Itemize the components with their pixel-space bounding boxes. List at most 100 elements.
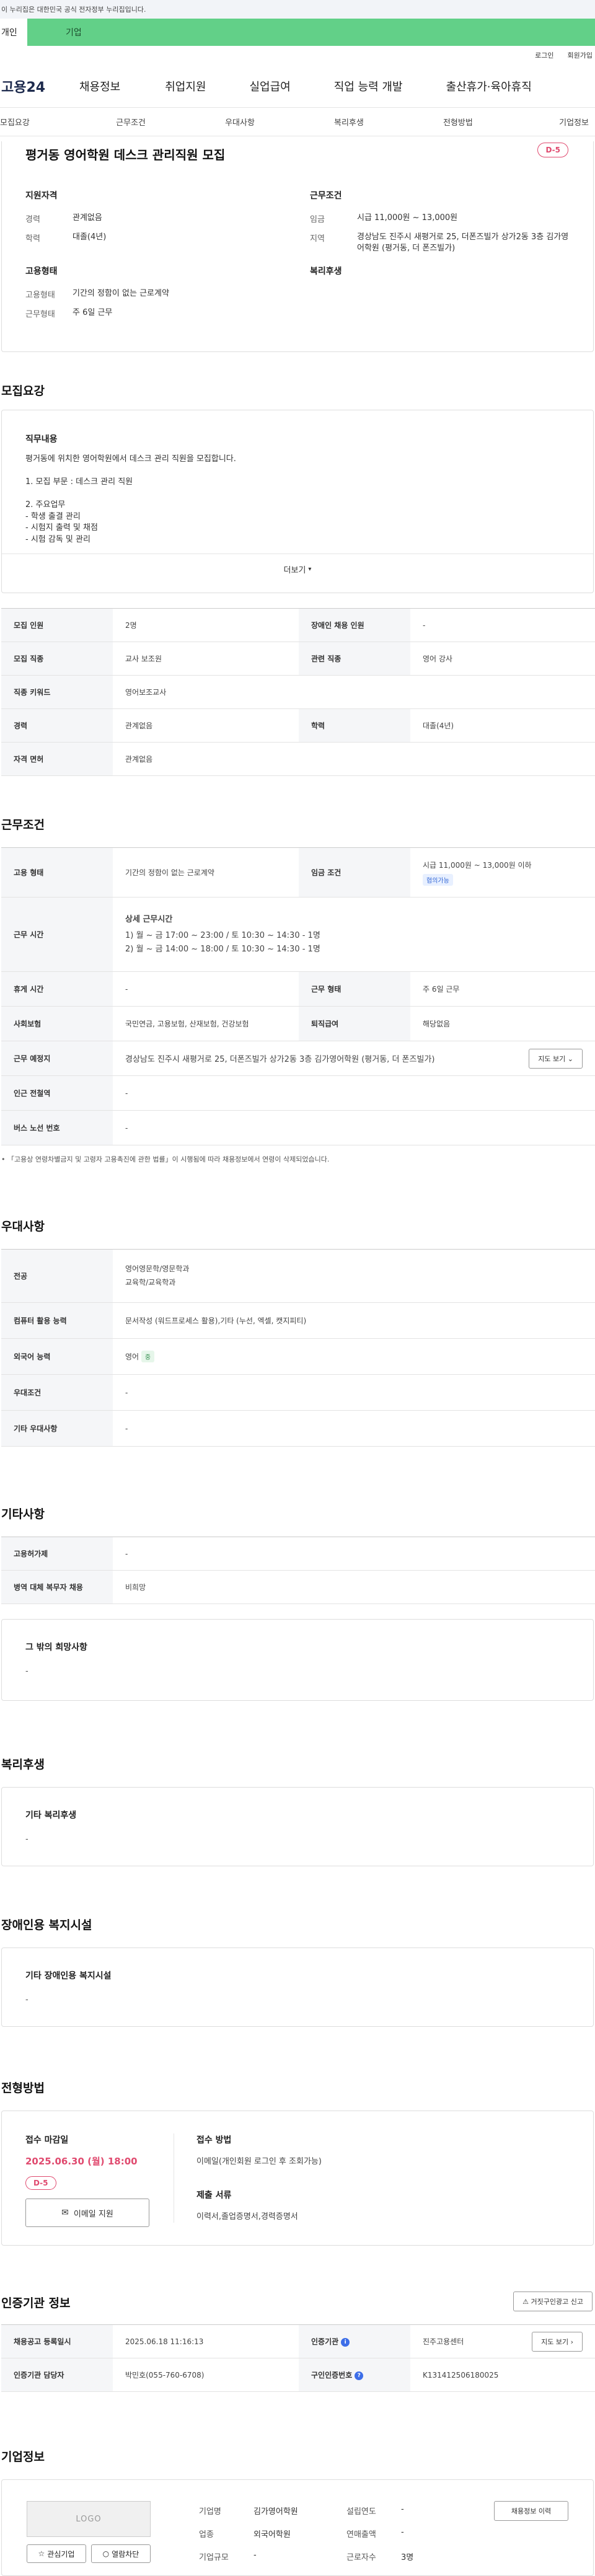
work-section: 근무조건 고용 형태 기간의 정함이 없는 근로계약 임금 조건 시급 11,00… (0, 816, 595, 1164)
job-history-button[interactable]: 채용정보 이력 (494, 2501, 568, 2521)
table-row: 사회보험 국민연금, 고용보험, 산재보험, 건강보험 퇴직급여 해당없음 (1, 1006, 595, 1041)
gnb-jobs[interactable]: 채용정보 (79, 78, 120, 94)
company-logo-placeholder: LOGO (27, 2501, 151, 2537)
signup-link[interactable]: 회원가입 (568, 50, 593, 60)
tab-company[interactable]: 기업 (27, 19, 595, 46)
map-view-button[interactable]: 지도 보기 ⌄ (529, 1048, 583, 1069)
company-info-grid: 기업명 김가영어학원 설립연도 - 업종 외국어학원 연매출액 - 기업규모 - 근로자수… (199, 2505, 414, 2562)
table-row: 경력 관계없음 학력 대졸(4년) (1, 708, 595, 743)
utility-links: 로그인 회원가입 (0, 46, 595, 64)
conditions-block: 근무조건 임금 시급 11,000원 ~ 13,000원 지역 경상남도 진주시 새… (310, 191, 569, 253)
more-button[interactable]: 더보기 ▾ (2, 554, 593, 584)
site-logo[interactable]: 고용24 (0, 76, 79, 96)
other-section-title: 기타사항 (1, 1507, 45, 1521)
company-section: 기업정보 LOGO ☆ 관심기업 ○ 열람차단 기업명 김가영어학원 설립연도 - 업종… (0, 2448, 595, 2576)
preference-section-title: 우대사항 (1, 1220, 45, 1233)
welfare-section: 복리후생 기타 복리후생 - (0, 1755, 595, 1866)
other-table: 고용허가제 - 병역 대체 복무자 채용 비희망 (1, 1537, 595, 1604)
anchor-company[interactable]: 기업정보 (513, 116, 589, 128)
tab-personal[interactable]: 개인 (0, 19, 27, 46)
section-anchor-nav: 모집요강 근무조건 우대사항 복리후생 전형방법 기업정보 (0, 108, 595, 136)
block-view-button[interactable]: ○ 열람차단 (91, 2544, 151, 2563)
table-row: 채용공고 등록일시 2025.06.18 11:16:13 인증기관 i 진주고용센… (1, 2324, 595, 2358)
gnb-skills-development[interactable]: 직업 능력 개발 (334, 78, 403, 94)
recruit-section-title: 모집요강 (1, 384, 45, 398)
welfare-card: 기타 복리후생 - (1, 1787, 594, 1866)
table-row: 병역 대체 복무자 채용 비희망 (1, 1570, 595, 1604)
recruit-section: 모집요강 직무내용 평거동에 위치한 영어학원에서 데스크 관리 직원을 모집합… (0, 382, 595, 776)
cert-section: 인증기관 정보 ⚠ 거짓구인광고 신고 채용공고 등록일시 2025.06.18 … (0, 2291, 595, 2392)
mail-icon: ✉ (61, 2208, 69, 2218)
table-row: 기타 우대사항 - (1, 1410, 595, 1447)
age-note: • 「고용상 연령차별금지 및 고령자 고용촉진에 관한 법률」이 시행됨에 따… (1, 1155, 330, 1163)
table-row: 고용 형태 기간의 정함이 없는 근로계약 임금 조건 시급 11,000원 ~ … (1, 847, 595, 898)
other-section: 기타사항 고용허가제 - 병역 대체 복무자 채용 비희망 그 밖의 희망사항 - (0, 1505, 595, 1701)
gnb-employment-support[interactable]: 취업지원 (165, 78, 206, 94)
table-row: 전공 영어영문학/영문학과 교육학/교육학과 (1, 1249, 595, 1303)
anchor-work[interactable]: 근무조건 (76, 116, 185, 128)
anchor-welfare[interactable]: 복리후생 (294, 116, 403, 128)
help-icon[interactable]: ? (355, 2371, 364, 2380)
disability-section-title: 장애인용 복지시설 (1, 1918, 92, 1932)
table-row: 자격 면허 관계없음 (1, 742, 595, 776)
false-ad-report-button[interactable]: ⚠ 거짓구인광고 신고 (513, 2291, 593, 2311)
summary-grid: 지원자격 경력 관계없음 학력 대졸(4년) 근무조건 임금 시급 11,000원 ~… (25, 189, 570, 327)
star-icon: ☆ (38, 2549, 45, 2558)
cert-section-title: 인증기관 정보 (1, 2296, 71, 2310)
company-card: LOGO ☆ 관심기업 ○ 열람차단 기업명 김가영어학원 설립연도 - 업종 외국어학원… (1, 2479, 594, 2576)
member-type-tabs: 개인 기업 (0, 19, 595, 46)
dday-badge: D-5 (537, 143, 568, 157)
deadline-value: 2025.06.30 (월) 18:00 (25, 2156, 138, 2167)
gnb-unemployment-benefit[interactable]: 실업급여 (250, 78, 291, 94)
table-row: 모집 직종 교사 보조원 관련 직종 영어 강사 (1, 642, 595, 676)
screening-section-title: 전형방법 (1, 2081, 45, 2095)
dday-badge: D-5 (25, 2176, 56, 2190)
disability-section: 장애인용 복지시설 기타 장애인용 복지시설 - (0, 1916, 595, 2027)
job-summary-card: 평거동 영어학원 데스크 관리직원 모집 D-5 지원자격 경력 관계없음 학력 대… (1, 141, 594, 352)
anchor-screening[interactable]: 전형방법 (403, 116, 513, 128)
company-section-title: 기업정보 (1, 2450, 45, 2464)
global-nav: 고용24 채용정보 취업지원 실업급여 직업 능력 개발 출산휴가·육아휴직 (0, 64, 595, 108)
chevron-down-icon: ▾ (308, 566, 312, 573)
welfare-block: 복리후생 (310, 267, 342, 277)
login-link[interactable]: 로그인 (535, 50, 553, 60)
cert-table: 채용공고 등록일시 2025.06.18 11:16:13 인증기관 i 진주고용센… (1, 2324, 595, 2392)
wish-card: 그 밖의 희망사항 - (1, 1619, 594, 1701)
info-icon[interactable]: i (341, 2337, 350, 2347)
anchor-recruit[interactable]: 모집요강 (0, 116, 76, 128)
preference-table: 전공 영어영문학/영문학과 교육학/교육학과 컴퓨터 활용 능력 문서작성 (워드프… (1, 1249, 595, 1447)
table-row: 우대조건 - (1, 1374, 595, 1411)
chevron-right-icon: › (570, 2337, 573, 2346)
job-title: 평거동 영어학원 데스크 관리직원 모집 (25, 148, 226, 162)
gnb-parental-leave[interactable]: 출산휴가·육아휴직 (446, 78, 532, 94)
anchor-preference[interactable]: 우대사항 (185, 116, 294, 128)
email-apply-button[interactable]: ✉ 이메일 지원 (25, 2199, 149, 2227)
preference-section: 우대사항 전공 영어영문학/영문학과 교육학/교육학과 컴퓨터 활용 능력 문서작성… (0, 1217, 595, 1447)
interest-company-button[interactable]: ☆ 관심기업 (27, 2544, 86, 2563)
siren-icon: ⚠ (522, 2298, 529, 2306)
circle-icon: ○ (102, 2549, 110, 2558)
screening-card: 접수 마감일 2025.06.30 (월) 18:00 D-5 ✉ 이메일 지원 … (1, 2111, 594, 2246)
work-section-title: 근무조건 (1, 818, 45, 832)
table-row: 고용허가제 - (1, 1537, 595, 1571)
language-level-badge: 중 (141, 1351, 155, 1362)
table-row: 직종 키워드 영어보조교사 (1, 675, 595, 709)
cert-map-button[interactable]: 지도 보기 › (532, 2331, 583, 2352)
negotiable-tag: 협의가능 (423, 873, 453, 886)
welfare-section-title: 복리후생 (1, 1758, 45, 1771)
chevron-down-icon: ⌄ (567, 1054, 573, 1063)
work-table: 고용 형태 기간의 정함이 없는 근로계약 임금 조건 시급 11,000원 ~ … (1, 847, 595, 1145)
screening-section: 전형방법 접수 마감일 2025.06.30 (월) 18:00 D-5 ✉ 이메… (0, 2079, 595, 2246)
table-row: 컴퓨터 활용 능력 문서작성 (워드프로세스 활용),기타 (누선, 엑셀, 캣지… (1, 1302, 595, 1339)
table-row: 휴게 시간 - 근무 형태 주 6일 근무 (1, 971, 595, 1007)
recruit-table: 모집 인원 2명 장애인 채용 인원 - 모집 직종 교사 보조원 관련 직종 영어 강… (1, 608, 595, 776)
table-row: 모집 인원 2명 장애인 채용 인원 - (1, 608, 595, 642)
table-row: 근무 예정지 경상남도 진주시 새평거로 25, 더폰즈빌가 상가2동 3층 김… (1, 1041, 595, 1076)
bullet-icon: • (1, 1155, 6, 1163)
table-row: 근무 시간 상세 근무시간 1) 월 ~ 금 17:00 ~ 23:00 / 토 … (1, 897, 595, 972)
gov-banner: 이 누리집은 대한민국 공식 전자정부 누리집입니다. (0, 0, 595, 19)
qualification-block: 지원자격 경력 관계없음 학력 대졸(4년) (25, 191, 107, 244)
employment-block: 고용형태 고용형태 기간의 정함이 없는 근로계약 근무형태 주 6일 근무 (25, 267, 169, 320)
table-row: 인근 전철역 - (1, 1075, 595, 1111)
table-row: 인증기관 담당자 박민호(055-760-6708) 구인인증번호? K13141… (1, 2358, 595, 2392)
